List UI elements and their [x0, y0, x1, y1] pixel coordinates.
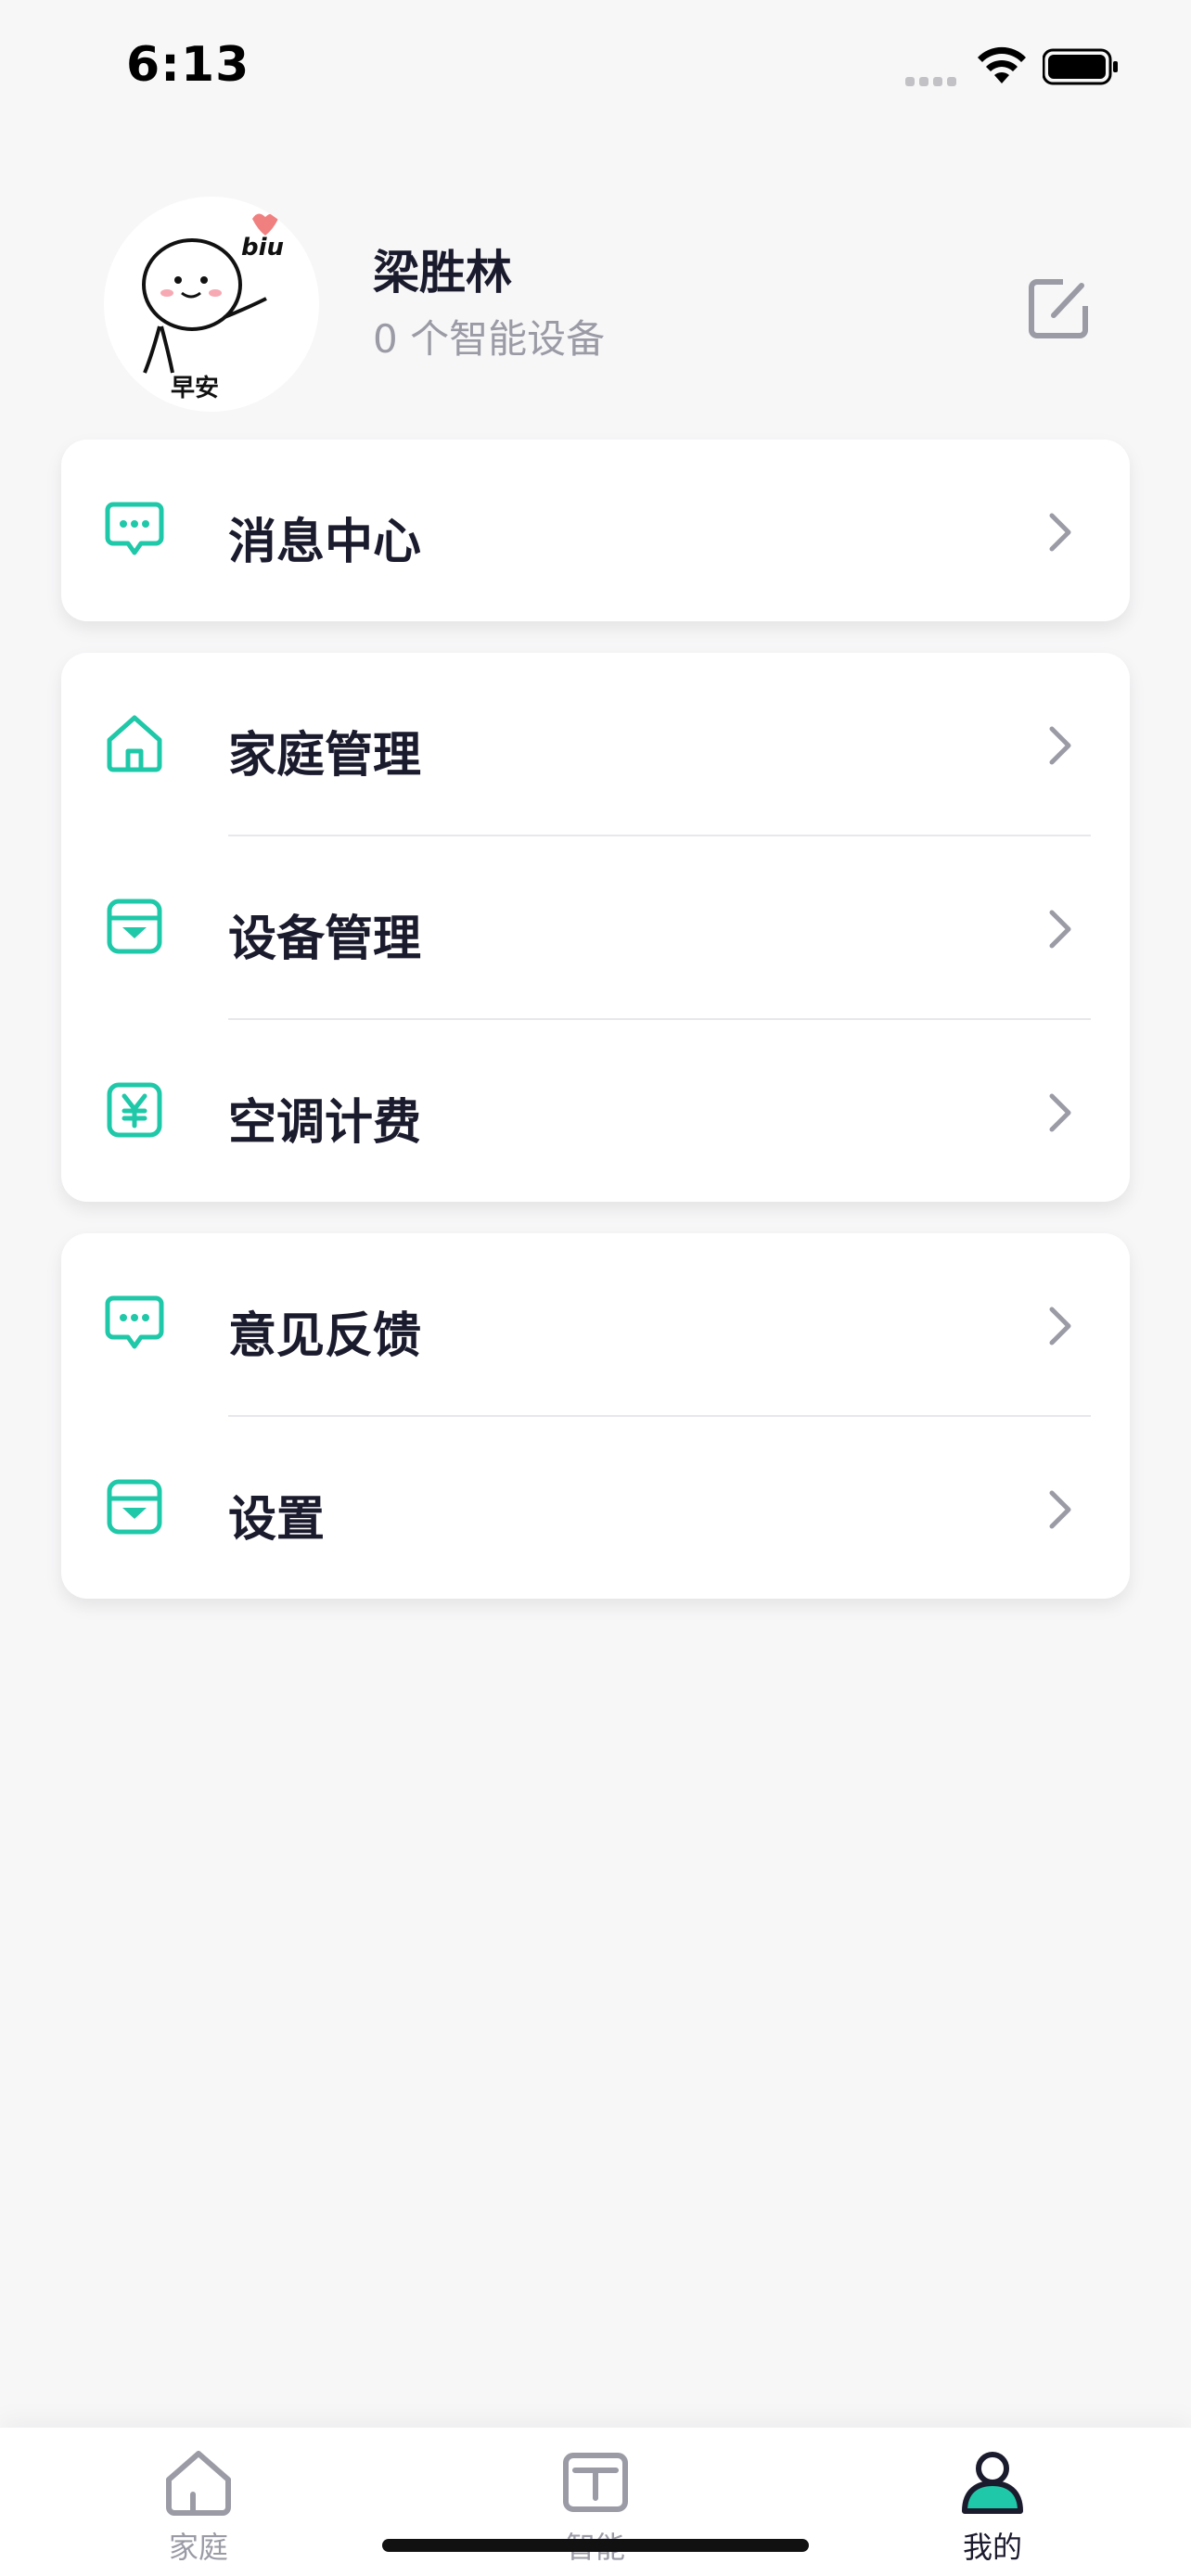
card-management: 家庭管理 设备管理 空调计费: [61, 653, 1130, 1202]
user-name: 梁胜林: [373, 246, 512, 300]
avatar[interactable]: biu 早安: [104, 197, 319, 412]
menu-item-label: 消息中心: [228, 515, 422, 570]
device-count: 0 个智能设备: [373, 316, 606, 362]
menu-item-label: 设备管理: [228, 912, 422, 967]
wifi-icon: [978, 46, 1026, 83]
chevron-right-icon: [1049, 726, 1071, 765]
card-support: 意见反馈 设置: [61, 1233, 1130, 1599]
chevron-right-icon: [1049, 1490, 1071, 1529]
menu-item-home-management[interactable]: 家庭管理: [61, 653, 1130, 836]
menu-item-label: 设置: [228, 1492, 326, 1548]
home-icon: [107, 715, 162, 772]
chat-bubble-icon: [105, 502, 164, 555]
chevron-right-icon: [1049, 910, 1071, 949]
home-outline-icon: [166, 2451, 231, 2516]
device-box-icon: [107, 899, 162, 954]
status-time: 6:13: [126, 37, 250, 93]
menu-item-device-management[interactable]: 设备管理: [61, 836, 1130, 1020]
menu-item-message-center[interactable]: 消息中心: [61, 440, 1130, 623]
tab-mine[interactable]: 我的: [900, 2448, 1085, 2569]
menu-item-settings[interactable]: 设置: [61, 1417, 1130, 1600]
menu-item-label: 空调计费: [228, 1095, 422, 1151]
chat-bubble-icon: [105, 1295, 164, 1349]
avatar-stamp-text: biu: [241, 234, 285, 261]
battery-icon: [1043, 48, 1118, 85]
menu-item-feedback[interactable]: 意见反馈: [61, 1233, 1130, 1417]
device-box-icon: [107, 1479, 162, 1535]
menu-item-ac-billing[interactable]: 空调计费: [61, 1020, 1130, 1204]
tab-label: 家庭: [168, 2530, 228, 2565]
card-messages: 消息中心: [61, 440, 1130, 621]
status-bar: 6:13: [0, 0, 1191, 139]
yuan-billing-icon: [107, 1082, 162, 1138]
cellular-signal-icon: [905, 72, 961, 90]
home-indicator: [382, 2539, 809, 2552]
tab-label: 我的: [962, 2530, 1022, 2565]
menu-item-label: 家庭管理: [228, 728, 422, 784]
menu-item-label: 意见反馈: [228, 1308, 422, 1364]
chevron-right-icon: [1049, 1093, 1071, 1132]
cube-icon: [563, 2453, 628, 2512]
person-icon: [962, 2452, 1023, 2514]
tab-bar: 家庭 智能 我的: [0, 2428, 1191, 2576]
edit-profile-icon[interactable]: [1020, 269, 1098, 347]
chevron-right-icon: [1049, 513, 1071, 552]
avatar-caption: 早安: [171, 375, 220, 402]
tab-home[interactable]: 家庭: [106, 2448, 291, 2569]
chevron-right-icon: [1049, 1307, 1071, 1345]
profile-header: biu 早安 梁胜林 0 个智能设备: [0, 185, 1191, 417]
